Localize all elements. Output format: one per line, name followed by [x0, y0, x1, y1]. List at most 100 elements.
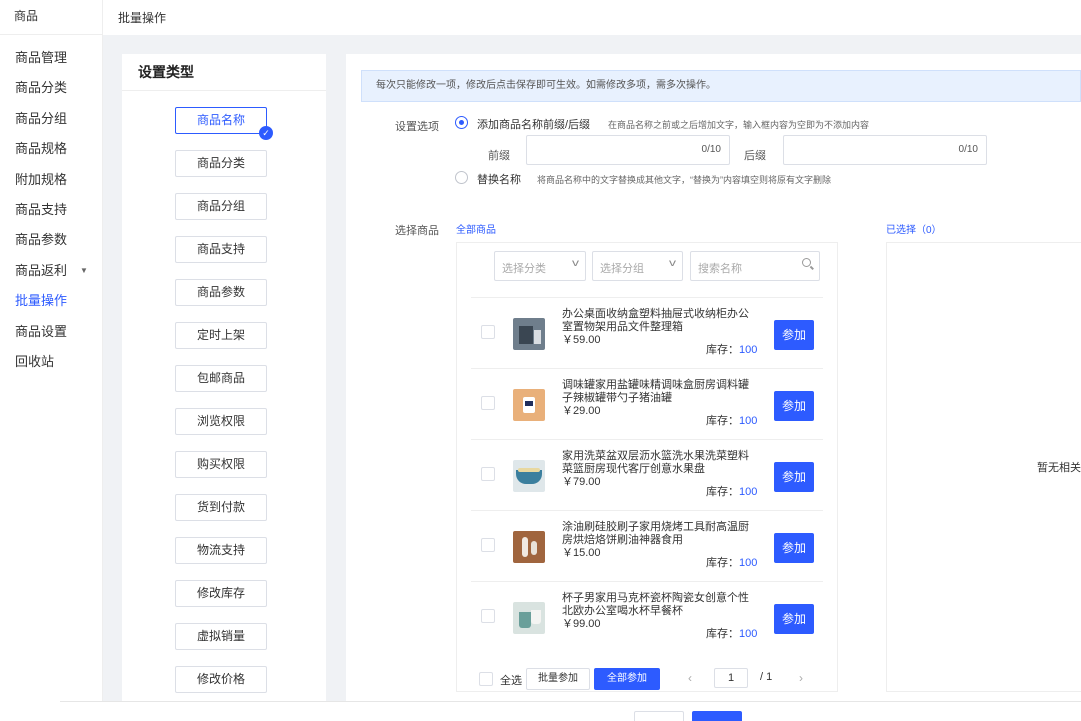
- sidebar-item-goods-spec[interactable]: 商品规格: [0, 134, 102, 164]
- page-total: / 1: [760, 671, 773, 683]
- prefix-input[interactable]: 0/10: [526, 135, 730, 165]
- goods-row: 调味罐家用盐罐味精调味盒厨房调料罐子辣椒罐带勺子猪油罐 ￥29.00 库存：10…: [471, 368, 823, 439]
- stock-value: 100: [739, 344, 758, 356]
- sidebar-item-goods-params[interactable]: 商品参数: [0, 225, 102, 255]
- sidebar-item-goods-support[interactable]: 商品支持: [0, 195, 102, 225]
- type-panel: 设置类型 商品名称 ✓ 商品分类 商品分组 商品支持 商品参数 定时上架 包邮商品…: [122, 54, 326, 714]
- bottom-action-bar: [60, 701, 1081, 721]
- sidebar-item-goods-manage[interactable]: 商品管理: [0, 43, 102, 73]
- goods-row: 办公桌面收纳盒塑料抽屉式收纳柜办公室置物架用品文件整理箱 ￥59.00 库存：1…: [471, 297, 823, 368]
- next-page-icon[interactable]: ›: [799, 671, 803, 685]
- category-select-placeholder: 选择分类: [502, 263, 546, 275]
- stock-label: 库存：: [706, 628, 739, 640]
- save-button[interactable]: [692, 711, 742, 721]
- sidebar-nav: 商品管理 商品分类 商品分组 商品规格 附加规格 商品支持 商品参数 商品返利 ▼…: [0, 43, 102, 377]
- group-select[interactable]: 选择分组 v: [592, 251, 683, 281]
- type-button-scheduled[interactable]: 定时上架: [175, 322, 267, 349]
- select-all-label[interactable]: 全选: [500, 672, 522, 688]
- type-button-params[interactable]: 商品参数: [175, 279, 267, 306]
- goods-checkbox[interactable]: [481, 609, 495, 623]
- breadcrumb: 批量操作: [118, 11, 167, 25]
- sidebar-item-extra-spec[interactable]: 附加规格: [0, 165, 102, 195]
- spice-jar-photo: [513, 389, 545, 421]
- group-select-placeholder: 选择分组: [600, 263, 644, 275]
- chevron-down-icon: v: [669, 258, 676, 269]
- option-replace-hint: 将商品名称中的文字替换成其他文字，“替换为”内容填空则将原有文字删除: [537, 175, 831, 185]
- sidebar-item-goods-rebate[interactable]: 商品返利 ▼: [0, 256, 102, 286]
- option-affix-hint: 在商品名称之前或之后增加文字，输入框内容为空即为不添加内容: [608, 120, 870, 130]
- sidebar-item-batch[interactable]: 批量操作: [0, 286, 102, 316]
- app-title: 商品: [0, 0, 102, 35]
- type-button-cod[interactable]: 货到付款: [175, 494, 267, 521]
- option-replace-radio[interactable]: [455, 171, 468, 184]
- option-replace-label[interactable]: 替换名称: [477, 171, 521, 187]
- stock-value: 100: [739, 557, 758, 569]
- notice-banner: 每次只能修改一项，修改后点击保存即可生效。如需修改多项，需多次操作。: [361, 70, 1081, 102]
- option-affix-label[interactable]: 添加商品名称前缀/后缀: [477, 116, 590, 132]
- join-button[interactable]: 参加: [774, 391, 814, 421]
- all-goods-link[interactable]: 全部商品: [456, 221, 496, 236]
- goods-stock: 库存：100: [706, 554, 757, 570]
- type-button-name[interactable]: 商品名称 ✓: [175, 107, 273, 140]
- sidebar-item-goods-settings[interactable]: 商品设置: [0, 317, 102, 347]
- selected-goods-panel: 暂无相关: [886, 242, 1081, 692]
- type-button-support[interactable]: 商品支持: [175, 236, 267, 263]
- goods-list-panel: 选择分类 v 选择分组 v 搜索名称 办公桌面收纳盒塑料抽屉式收纳柜办公室置物架用品…: [456, 242, 838, 692]
- batch-join-button[interactable]: 批量参加: [526, 668, 590, 690]
- goods-checkbox[interactable]: [481, 396, 495, 410]
- goods-stock: 库存：100: [706, 341, 757, 357]
- select-all-checkbox[interactable]: [479, 672, 493, 686]
- join-all-button[interactable]: 全部参加: [594, 668, 660, 690]
- stock-value: 100: [739, 628, 758, 640]
- join-button[interactable]: 参加: [774, 604, 814, 634]
- goods-checkbox[interactable]: [481, 538, 495, 552]
- empty-text: 暂无相关: [1037, 462, 1081, 474]
- goods-stock: 库存：100: [706, 625, 757, 641]
- join-button[interactable]: 参加: [774, 462, 814, 492]
- suffix-count: 0/10: [958, 144, 978, 155]
- choose-goods-label: 选择商品: [395, 225, 439, 237]
- option-affix-radio[interactable]: [455, 116, 468, 129]
- goods-price: ￥15.00: [562, 547, 601, 559]
- suffix-input[interactable]: 0/10: [783, 135, 987, 165]
- type-button-stock[interactable]: 修改库存: [175, 580, 267, 607]
- app-sidebar: 商品 商品管理 商品分类 商品分组 商品规格 附加规格 商品支持 商品参数 商品…: [0, 0, 103, 721]
- type-button-group[interactable]: 商品分组: [175, 193, 267, 220]
- join-button[interactable]: 参加: [774, 533, 814, 563]
- selected-goods-link[interactable]: 已选择（0）: [886, 221, 942, 236]
- type-button-virtual-sales[interactable]: 虚拟销量: [175, 623, 267, 650]
- check-icon: ✓: [259, 126, 273, 140]
- sidebar-item-goods-group[interactable]: 商品分组: [0, 104, 102, 134]
- goods-stock: 库存：100: [706, 483, 757, 499]
- category-select[interactable]: 选择分类 v: [494, 251, 586, 281]
- goods-price: ￥79.00: [562, 476, 601, 488]
- cancel-button[interactable]: [634, 711, 684, 721]
- goods-checkbox[interactable]: [481, 325, 495, 339]
- search-placeholder: 搜索名称: [698, 263, 742, 275]
- type-button-price[interactable]: 修改价格: [175, 666, 267, 693]
- goods-checkbox[interactable]: [481, 467, 495, 481]
- top-bar: 批量操作: [103, 0, 1081, 35]
- settings-label: 设置选项: [395, 121, 439, 133]
- sidebar-item-label: 商品返利: [15, 262, 68, 278]
- basket-photo: [513, 460, 545, 492]
- search-input[interactable]: 搜索名称: [690, 251, 820, 281]
- join-button[interactable]: 参加: [774, 320, 814, 350]
- goods-stock: 库存：100: [706, 412, 757, 428]
- type-button-logistics[interactable]: 物流支持: [175, 537, 267, 564]
- type-button-category[interactable]: 商品分类: [175, 150, 267, 177]
- stock-label: 库存：: [706, 486, 739, 498]
- suffix-label: 后缀: [744, 150, 766, 162]
- stock-label: 库存：: [706, 557, 739, 569]
- prefix-count: 0/10: [701, 144, 721, 155]
- prev-page-icon[interactable]: ‹: [688, 671, 692, 685]
- goods-row: 杯子男家用马克杯瓷杯陶瓷女创意个性北欧办公室喝水杯早餐杯 ￥99.00 库存：1…: [471, 581, 823, 652]
- type-button-buy-permission[interactable]: 购买权限: [175, 451, 267, 478]
- sidebar-item-recycle[interactable]: 回收站: [0, 347, 102, 377]
- sidebar-item-goods-category[interactable]: 商品分类: [0, 73, 102, 103]
- mug-photo: [513, 602, 545, 634]
- page-number-input[interactable]: 1: [714, 668, 748, 688]
- type-button-view-permission[interactable]: 浏览权限: [175, 408, 267, 435]
- type-panel-title: 设置类型: [122, 54, 326, 91]
- type-button-free-shipping[interactable]: 包邮商品: [175, 365, 267, 392]
